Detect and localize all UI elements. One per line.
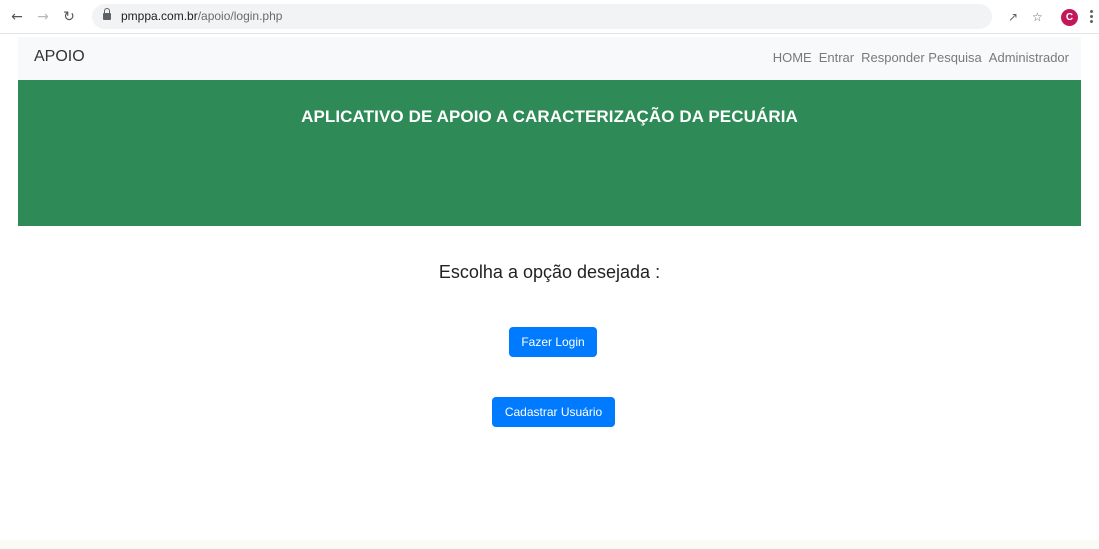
register-user-button[interactable]: Cadastrar Usuário — [492, 397, 615, 427]
site-navbar: APOIO HOME Entrar Responder Pesquisa Adm… — [18, 37, 1081, 80]
forward-arrow-icon[interactable]: → — [34, 8, 52, 26]
url-host: pmppa.com.br — [121, 9, 198, 23]
lock-icon[interactable] — [103, 8, 111, 21]
profile-avatar[interactable]: C — [1061, 9, 1078, 26]
browser-toolbar: ← → ↻ pmppa.com.br/apoio/login.php ↗ ☆ C — [0, 0, 1099, 34]
choose-option-heading: Escolha a opção desejada : — [438, 262, 661, 282]
address-bar[interactable]: pmppa.com.br/apoio/login.php — [92, 4, 992, 29]
main-content: Escolha a opção desejada : Fazer Login C… — [18, 226, 1081, 540]
url-path: /apoio/login.php — [197, 9, 283, 23]
nav-link-home[interactable]: HOME — [773, 50, 812, 65]
nav-links: HOME Entrar Responder Pesquisa Administr… — [766, 50, 1069, 65]
nav-link-administrador[interactable]: Administrador — [989, 50, 1069, 65]
share-icon[interactable]: ↗ — [1008, 9, 1018, 25]
login-button[interactable]: Fazer Login — [509, 327, 597, 357]
nav-link-entrar[interactable]: Entrar — [819, 50, 854, 65]
hero-banner: APLICATIVO DE APOIO A CARACTERIZAÇÃO DA … — [18, 80, 1081, 226]
url-text[interactable]: pmppa.com.br/apoio/login.php — [121, 9, 282, 23]
back-arrow-icon[interactable]: ← — [8, 8, 26, 26]
reload-icon[interactable]: ↻ — [60, 8, 78, 26]
hero-title: APLICATIVO DE APOIO A CARACTERIZAÇÃO DA … — [301, 107, 798, 126]
footer-strip — [0, 540, 1099, 549]
kebab-menu-icon[interactable] — [1090, 10, 1094, 24]
star-icon[interactable]: ☆ — [1032, 9, 1043, 25]
navbar-brand[interactable]: APOIO — [34, 48, 85, 66]
nav-link-responder-pesquisa[interactable]: Responder Pesquisa — [861, 50, 982, 65]
